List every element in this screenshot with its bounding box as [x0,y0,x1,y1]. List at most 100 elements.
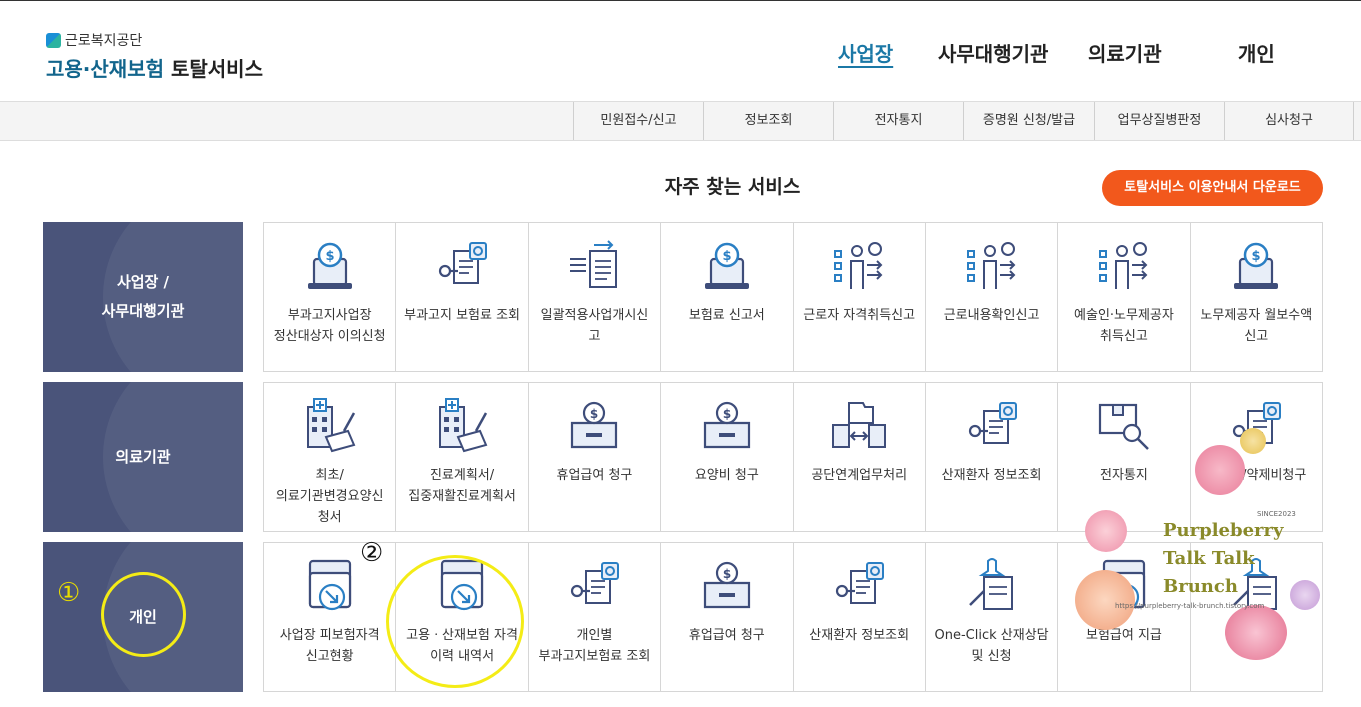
document-transfer-icon [564,237,624,295]
service-tile[interactable]: $ 보험료 신고서 [661,223,794,371]
service-tile-label: One-Click 산재상담 및 신청 [934,628,1049,664]
document-search-icon [1226,397,1286,455]
service-tile[interactable]: $ 휴업급여 청구 [529,383,662,531]
sub-nav: 민원접수/신고 정보조회 전자통지 증명원 신청/발급 업무상질병판정 심사청구 [0,101,1361,141]
document-search-icon [564,557,624,615]
service-grid-individual: 사업장 피보험자격 신고현황 고용ㆍ산재보험 자격 이력 내역서 개인별 부과고지보… [263,542,1323,692]
service-tile-label: 일괄적용사업개시신고 [540,308,649,344]
stamp-document-icon [962,557,1022,615]
service-tile[interactable]: 개인별 부과고지보험료 조회 [529,543,662,691]
service-tile-label: 부과고지사업장 정산대상자 이의신청 [273,308,386,344]
service-tile-label: 휴업급여 청구 [556,468,633,483]
main-nav-individual[interactable]: 개인 [1238,38,1275,67]
person-checklist-icon [829,237,889,295]
service-tile[interactable]: 최초/의료기관변경요양신청서 [264,383,397,531]
service-tile-label: 산재환자 정보조회 [941,468,1042,483]
svg-text:$: $ [1252,249,1261,264]
category-individual[interactable]: 개인 [43,542,243,692]
service-tile-label: 산재환자 정보조회 [809,628,910,643]
service-tile[interactable]: $ 휴업급여 청구 [661,543,794,691]
service-tile[interactable]: 공단연계업무처리 [794,383,926,531]
main-nav-medical[interactable]: 의료기관 [1088,38,1162,67]
document-search-icon [829,557,889,615]
service-tile-label: 서식 작성 [1230,628,1283,643]
svg-text:$: $ [325,249,334,264]
service-tile[interactable]: 고용ㆍ산재보험 자격 이력 내역서 [396,543,529,691]
coin-box-icon: $ [697,397,757,455]
coin-laptop-icon: $ [697,237,757,295]
guide-download-button[interactable]: 토탈서비스 이용안내서 다운로드 [1102,170,1323,206]
coin-laptop-icon: $ [300,237,360,295]
top-border [0,0,1361,1]
service-tile[interactable]: One-Click 산재상담 및 신청 [926,543,1059,691]
tray-download-icon [432,557,492,615]
service-tile-label: 사업장 피보험자격 신고현황 [279,628,380,664]
service-tile-label: 고용ㆍ산재보험 자격 이력 내역서 [406,628,518,664]
tray-download-icon [300,557,360,615]
service-tile-label: 보험급여 지급 [1085,628,1162,643]
service-tile-label: 근로내용확인신고 [943,308,1040,323]
subnav-electronic-notice[interactable]: 전자통지 [833,102,963,140]
service-tile[interactable]: $ 요양비 청구 [661,383,794,531]
subnav-civil-report[interactable]: 민원접수/신고 [573,102,703,140]
document-search-icon [962,397,1022,455]
service-tile-label: 진료계획서/집중재활진료계획서 [408,468,516,504]
service-tile[interactable]: 부과고지 보험료 조회 [396,223,529,371]
box-search-icon [1094,397,1154,455]
svg-text:$: $ [723,407,731,421]
document-search-icon [432,237,492,295]
coin-box-icon: $ [697,557,757,615]
coin-laptop-icon: $ [1226,237,1286,295]
service-tile-label: 보험료 신고서 [688,308,765,323]
service-tile[interactable]: 전자통지 [1058,383,1191,531]
svg-text:$: $ [722,249,731,264]
svg-text:$: $ [590,407,598,421]
service-tile-label: 진료비/약제비청구 [1206,468,1307,483]
section-title: 자주 찾는 서비스 [664,176,801,198]
service-grid-medical: 최초/의료기관변경요양신청서 진료계획서/집중재활진료계획서 $ 휴업급여 청구 $ 요양… [263,382,1323,532]
service-tile-label: 개인별 부과고지보험료 조회 [538,628,651,664]
service-tile[interactable]: 예술인·노무제공자 취득신고 [1058,223,1191,371]
subnav-disease-judgment[interactable]: 업무상질병판정 [1094,102,1224,140]
main-nav-business[interactable]: 사업장 [838,38,893,67]
service-tile[interactable]: 산재환자 정보조회 [926,383,1059,531]
tray-download-icon [1094,557,1154,615]
service-tile-label: 노무제공자 월보수액 신고 [1200,308,1313,344]
service-tile[interactable]: 진료계획서/집중재활진료계획서 [396,383,529,531]
folder-exchange-icon [829,397,889,455]
service-tile[interactable]: 사업장 피보험자격 신고현황 [264,543,397,691]
service-tile-label: 부과고지 보험료 조회 [404,308,521,323]
svg-text:$: $ [723,567,731,581]
hospital-document-icon [432,397,492,455]
category-medical[interactable]: 의료기관 [43,382,243,532]
service-tile[interactable]: 근로내용확인신고 [926,223,1059,371]
service-tile[interactable]: 일괄적용사업개시신고 [529,223,662,371]
service-tile[interactable]: 근로자 자격취득신고 [794,223,926,371]
service-tile-label: 휴업급여 청구 [688,628,765,643]
service-tile[interactable]: 서식 작성 [1191,543,1323,691]
service-tile-label: 예술인·노무제공자 취득신고 [1074,308,1174,344]
category-label: 사업장 / 사무대행기관 [101,273,185,320]
subnav-certificate[interactable]: 증명원 신청/발급 [963,102,1094,140]
person-checklist-icon [962,237,1022,295]
category-label: 개인 [129,607,157,626]
service-tile[interactable]: $ 노무제공자 월보수액 신고 [1191,223,1323,371]
main-nav: 사업장 사무대행기관 의료기관 개인 [0,38,1361,68]
service-tile-label: 최초/의료기관변경요양신청서 [275,468,384,525]
service-grid-business: $ 부과고지사업장 정산대상자 이의신청 부과고지 보험료 조회 일괄적용사업개시신고… [263,222,1323,372]
subnav-info-inquiry[interactable]: 정보조회 [703,102,833,140]
service-tile[interactable]: 진료비/약제비청구 [1191,383,1323,531]
service-tile[interactable]: 산재환자 정보조회 [794,543,926,691]
stamp-document-icon [1226,557,1286,615]
service-tile-label: 전자통지 [1100,468,1148,483]
hospital-document-icon [300,397,360,455]
service-tile[interactable]: 보험급여 지급 [1058,543,1191,691]
subnav-review-request[interactable]: 심사청구 [1224,102,1354,140]
service-tile-label: 공단연계업무처리 [811,468,908,483]
category-label: 의료기관 [115,447,171,466]
service-tile[interactable]: $ 부과고지사업장 정산대상자 이의신청 [264,223,397,371]
person-checklist-icon [1094,237,1154,295]
coin-box-icon: $ [564,397,624,455]
category-business[interactable]: 사업장 / 사무대행기관 [43,222,243,372]
main-nav-agency[interactable]: 사무대행기관 [938,38,1048,67]
